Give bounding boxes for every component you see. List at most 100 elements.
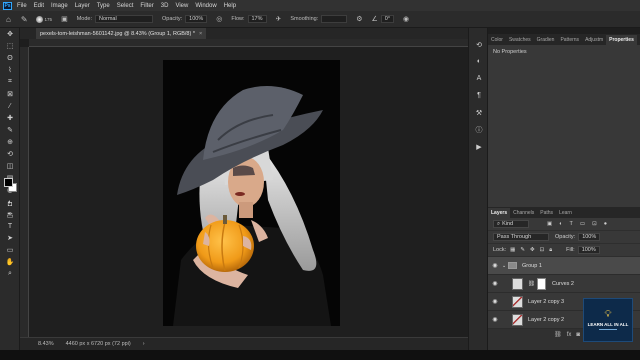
smart-object-filter-icon[interactable]: ⊡ — [592, 221, 597, 227]
adjustment-filter-icon[interactable]: ◐ — [559, 221, 562, 227]
mode-dropdown[interactable]: Normal — [94, 15, 153, 23]
status-arrow-icon[interactable]: › — [143, 341, 145, 347]
menu-3d[interactable]: 3D — [161, 3, 169, 9]
close-icon[interactable]: × — [199, 31, 202, 37]
marquee-icon[interactable]: ⬚ — [0, 40, 20, 52]
smoothing-settings-icon[interactable]: ⚙ — [356, 15, 362, 23]
curves-adjustment-icon — [512, 277, 523, 290]
airbrush-icon[interactable]: ✈ — [276, 15, 282, 23]
smoothing-field[interactable] — [321, 15, 348, 23]
rectangle-icon[interactable]: ▭ — [0, 244, 20, 256]
witch-with-pumpkin-image — [163, 60, 340, 326]
layer-style-icon[interactable]: fx — [567, 332, 572, 338]
stamp-icon[interactable]: ⊕ — [0, 136, 20, 148]
path-select-icon[interactable]: ➤ — [0, 232, 20, 244]
blend-mode-dropdown[interactable]: Pass Through — [493, 233, 549, 241]
menu-edit[interactable]: Edit — [34, 3, 44, 9]
lock-move-icon[interactable]: ✥ — [530, 247, 535, 253]
document-tab[interactable]: pexels-tom-leishman-5601142.jpg @ 8.43% … — [36, 28, 207, 39]
frame-icon[interactable]: ⊠ — [0, 88, 20, 100]
menu-select[interactable]: Select — [117, 3, 134, 9]
layer-name[interactable]: Group 1 — [522, 263, 542, 269]
layer-mask-thumbnail[interactable] — [536, 277, 546, 290]
document-dimensions[interactable]: 4460 px x 6720 px (72 ppi) — [66, 341, 131, 347]
menu-view[interactable]: View — [175, 3, 188, 9]
add-mask-icon[interactable]: ◙ — [576, 332, 580, 338]
photoshop-logo-icon[interactable]: Ps — [3, 1, 12, 10]
foreground-color-swatch[interactable] — [4, 178, 13, 187]
tab-swatches[interactable]: Swatches — [506, 35, 534, 45]
character-icon[interactable]: A — [469, 70, 489, 87]
hand-icon[interactable]: ✋ — [0, 256, 20, 268]
crop-icon[interactable]: ⌗ — [0, 76, 20, 88]
menu-window[interactable]: Window — [195, 3, 216, 9]
eye-icon[interactable]: ◉ — [488, 280, 502, 287]
angle-field[interactable]: 0° — [380, 15, 395, 23]
lock-pixels-icon[interactable]: ▦ — [510, 247, 515, 253]
layer-name[interactable]: Layer 2 copy 3 — [528, 299, 564, 305]
brush-icon[interactable]: ✎ — [0, 124, 20, 136]
screen-mode-icon[interactable]: ▭ — [0, 210, 20, 222]
menu-type[interactable]: Type — [97, 3, 110, 9]
tab-gradients[interactable]: Gradien — [534, 35, 558, 45]
vertical-ruler[interactable] — [20, 47, 29, 337]
layer-kind-dropdown[interactable]: ⌕ Kind — [493, 220, 529, 228]
zoom-icon[interactable]: ⌕ — [0, 268, 20, 280]
lock-all-icon[interactable]: 🔒︎ — [549, 247, 552, 254]
tab-learn[interactable]: Learn — [556, 208, 575, 218]
menu-image[interactable]: Image — [51, 3, 68, 9]
menu-filter[interactable]: Filter — [140, 3, 153, 9]
brush-tool-icon[interactable]: ✎ — [21, 15, 28, 24]
tab-layers[interactable]: Layers — [488, 208, 511, 218]
move-icon[interactable]: ✥ — [0, 28, 20, 40]
menu-layer[interactable]: Layer — [75, 3, 90, 9]
healing-icon[interactable]: ✚ — [0, 112, 20, 124]
home-icon[interactable]: ⌂ — [6, 15, 11, 24]
tools-preset-icon[interactable]: ⚒ — [469, 104, 489, 121]
tab-patterns[interactable]: Patterns — [557, 35, 582, 45]
menu-file[interactable]: File — [17, 3, 27, 9]
fill-field[interactable]: 100% — [577, 246, 600, 254]
actions-icon[interactable]: ▶ — [469, 138, 489, 155]
lock-artboard-icon[interactable]: ⊡ — [540, 247, 545, 253]
tab-channels[interactable]: Channels — [510, 208, 537, 218]
quick-mask-icon[interactable]: ◘ — [0, 198, 20, 210]
info-icon[interactable]: ⓘ — [469, 121, 489, 138]
paragraph-icon[interactable]: ¶ — [469, 87, 489, 104]
layer-name[interactable]: Layer 2 copy 2 — [528, 317, 564, 323]
eraser-icon[interactable]: ◫ — [0, 160, 20, 172]
adjustments-icon[interactable]: ◐ — [469, 53, 489, 70]
type-filter-icon[interactable]: T — [570, 221, 573, 227]
brush-preset-picker[interactable]: 175 — [35, 15, 52, 23]
menu-help[interactable]: Help — [224, 3, 236, 9]
eye-icon[interactable]: ◉ — [488, 316, 502, 323]
pressure-opacity-icon[interactable]: ◎ — [216, 15, 222, 23]
pixel-filter-icon[interactable]: ▣ — [547, 221, 552, 227]
eye-icon[interactable]: ◉ — [488, 262, 502, 269]
tab-properties[interactable]: Properties — [606, 35, 637, 45]
layer-row-group-1[interactable]: ◉ ⌄ Group 1 — [488, 257, 640, 275]
brush-settings-icon[interactable]: ▣ — [61, 15, 68, 23]
opacity-field[interactable]: 100% — [185, 15, 208, 23]
eyedropper-icon[interactable]: ⁄ — [0, 100, 20, 112]
layer-opacity-field[interactable]: 100% — [578, 233, 601, 241]
tab-color[interactable]: Color — [488, 35, 506, 45]
quick-select-icon[interactable]: ⌇ — [0, 64, 20, 76]
zoom-level[interactable]: 8.43% — [38, 341, 54, 347]
history-brush-icon[interactable]: ⟲ — [0, 148, 20, 160]
tab-paths[interactable]: Paths — [537, 208, 556, 218]
layer-name[interactable]: Curves 2 — [552, 281, 574, 287]
document-canvas-image[interactable] — [163, 60, 340, 326]
filter-toggle-icon[interactable]: ● — [604, 221, 607, 227]
eye-icon[interactable]: ◉ — [488, 298, 502, 305]
link-layers-icon[interactable]: ⛓ — [554, 331, 562, 338]
flow-field[interactable]: 17% — [247, 15, 267, 23]
tab-adjustments[interactable]: Adjustm — [582, 35, 606, 45]
shape-filter-icon[interactable]: ▭ — [580, 221, 585, 227]
layer-row-curves-2[interactable]: ◉ ⛓ Curves 2 — [488, 275, 640, 293]
lock-brush-icon[interactable]: ✎ — [520, 247, 525, 253]
history-icon[interactable]: ⟲ — [469, 36, 489, 53]
horizontal-ruler[interactable] — [29, 39, 468, 47]
pressure-size-icon[interactable]: ◉ — [403, 15, 409, 23]
lasso-icon[interactable]: ʘ — [0, 52, 20, 64]
